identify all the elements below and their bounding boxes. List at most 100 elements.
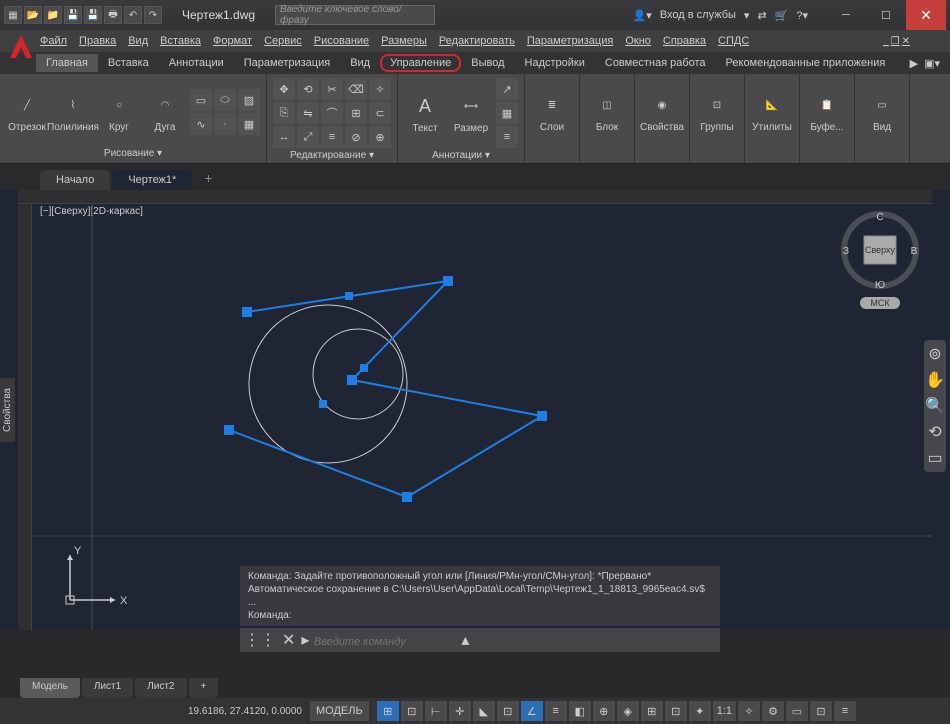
tool-fillet-icon[interactable]: ⌒ <box>321 102 343 124</box>
command-line[interactable]: ⋮⋮ ✕ ▸ ▴ <box>240 628 720 652</box>
help-icon[interactable]: ?▾ <box>796 9 808 22</box>
cmd-close-icon[interactable]: ✕ <box>282 630 295 650</box>
qat-open2-icon[interactable]: 📁 <box>44 6 62 24</box>
coordinates-readout[interactable]: 19.6186, 27.4120, 0.0000 <box>188 706 302 717</box>
ucs-icon[interactable]: X Y <box>60 540 130 610</box>
tool-align-icon[interactable]: ≡ <box>321 126 343 148</box>
status-units-icon[interactable]: ✦ <box>689 701 711 721</box>
status-dyn-icon[interactable]: ⊞ <box>641 701 663 721</box>
menu-help[interactable]: Справка <box>663 35 706 47</box>
tool-layers[interactable]: ≣Слои <box>531 92 573 133</box>
tool-stretch-icon[interactable]: ↔ <box>273 126 295 148</box>
tool-ellipse-icon[interactable]: ⬭ <box>214 89 236 111</box>
status-clean-icon[interactable]: ⊡ <box>810 701 832 721</box>
status-model-button[interactable]: МОДЕЛЬ <box>310 701 369 721</box>
menu-spds[interactable]: СПДС <box>718 35 749 47</box>
tab-play-icon[interactable]: ▶ <box>910 57 918 70</box>
tool-polyline[interactable]: ⌇Полилиния <box>52 92 94 133</box>
cloud-icon[interactable]: ▾ <box>744 9 750 22</box>
tool-spline-icon[interactable]: ∿ <box>190 113 212 135</box>
tool-scale-icon[interactable]: ⤢ <box>297 126 319 148</box>
status-monitor-icon[interactable]: ▭ <box>786 701 808 721</box>
tool-text[interactable]: AТекст <box>404 93 446 134</box>
tool-table-icon[interactable]: ▦ <box>496 102 518 124</box>
qat-undo-icon[interactable]: ↶ <box>124 6 142 24</box>
status-transparency-icon[interactable]: ◧ <box>569 701 591 721</box>
status-ortho-icon[interactable]: ⊢ <box>425 701 447 721</box>
mdi-restore-icon[interactable]: ❐ <box>891 36 900 47</box>
tool-arc[interactable]: ◠Дуга <box>144 92 186 133</box>
search-input[interactable]: Введите ключевое слово/фразу <box>275 5 435 25</box>
nav-wheel-icon[interactable]: ⊚ <box>928 344 941 364</box>
tool-line[interactable]: ╱Отрезок <box>6 92 48 133</box>
qat-saveas-icon[interactable]: 💾 <box>84 6 102 24</box>
status-otrack-icon[interactable]: ∠ <box>521 701 543 721</box>
tool-trim-icon[interactable]: ✂ <box>321 78 343 100</box>
minimize-button[interactable]: ─ <box>826 0 866 30</box>
menu-window[interactable]: Окно <box>625 35 651 47</box>
status-snap-icon[interactable]: ⊡ <box>401 701 423 721</box>
menu-view[interactable]: Вид <box>128 35 148 47</box>
layout-tab-add[interactable]: + <box>189 678 219 698</box>
tool-utilities[interactable]: 📐Утилиты <box>751 92 793 133</box>
status-qp-icon[interactable]: ⊡ <box>665 701 687 721</box>
cart-icon[interactable]: 🛒 <box>775 9 789 22</box>
tool-block[interactable]: ◫Блок <box>586 92 628 133</box>
status-iso-icon[interactable]: ◣ <box>473 701 495 721</box>
tab-featured[interactable]: Рекомендованные приложения <box>716 54 896 72</box>
tool-copy-icon[interactable]: ⎘ <box>273 102 295 124</box>
cmd-handle-icon[interactable]: ⋮⋮ <box>244 630 276 650</box>
qat-save-icon[interactable]: 💾 <box>64 6 82 24</box>
status-polar-icon[interactable]: ✛ <box>449 701 471 721</box>
tab-annotate[interactable]: Аннотации <box>159 54 234 72</box>
tool-region-icon[interactable]: ▦ <box>238 113 260 135</box>
menu-dimension[interactable]: Размеры <box>381 35 427 47</box>
filetab-drawing1[interactable]: Чертеж1* <box>112 170 192 190</box>
menu-parametric[interactable]: Параметризация <box>527 35 613 47</box>
tool-point-icon[interactable]: · <box>214 113 236 135</box>
tool-hatch-icon[interactable]: ▨ <box>238 89 260 111</box>
exchange-icon[interactable]: ⇄ <box>757 9 766 22</box>
tab-home[interactable]: Главная <box>36 54 98 72</box>
status-grid-icon[interactable]: ⊞ <box>377 701 399 721</box>
canvas[interactable]: Свойства [−][Сверху][2D-каркас] X Y <box>0 190 950 630</box>
menu-modify[interactable]: Редактировать <box>439 35 515 47</box>
status-lineweight-icon[interactable]: ≡ <box>545 701 567 721</box>
qat-redo-icon[interactable]: ↷ <box>144 6 162 24</box>
maximize-button[interactable]: ☐ <box>866 0 906 30</box>
nav-orbit-icon[interactable]: ⟲ <box>928 422 941 442</box>
tool-groups[interactable]: ⊡Группы <box>696 92 738 133</box>
user-icon[interactable]: 👤▾ <box>633 9 652 22</box>
status-anno-icon[interactable]: ✧ <box>738 701 760 721</box>
properties-palette-tab[interactable]: Свойства <box>0 378 15 442</box>
tool-rotate-icon[interactable]: ⟲ <box>297 78 319 100</box>
layout-tab-sheet1[interactable]: Лист1 <box>82 678 133 698</box>
filetab-start[interactable]: Начало <box>40 170 110 190</box>
tool-dimension[interactable]: ⟷Размер <box>450 93 492 134</box>
qat-open-icon[interactable]: 📂 <box>24 6 42 24</box>
menu-file[interactable]: Файл <box>40 35 67 47</box>
tool-mtext-icon[interactable]: ≡ <box>496 126 518 148</box>
tab-parametric[interactable]: Параметризация <box>234 54 340 72</box>
tool-view[interactable]: ▭Вид <box>861 92 903 133</box>
layout-tab-model[interactable]: Модель <box>20 678 80 698</box>
tool-rect-icon[interactable]: ▭ <box>190 89 212 111</box>
tab-view[interactable]: Вид <box>340 54 380 72</box>
mdi-min-icon[interactable]: _ <box>883 36 889 47</box>
layout-tab-sheet2[interactable]: Лист2 <box>135 678 186 698</box>
qat-new-icon[interactable]: ▦ <box>4 6 22 24</box>
coord-system-label[interactable]: МСК <box>860 297 900 309</box>
tab-collaborate[interactable]: Совместная работа <box>595 54 716 72</box>
app-logo-icon[interactable] <box>6 32 36 62</box>
tool-leader-icon[interactable]: ↗ <box>496 78 518 100</box>
tool-explode-icon[interactable]: ✧ <box>369 78 391 100</box>
status-workspace-icon[interactable]: ⚙ <box>762 701 784 721</box>
mdi-close-icon[interactable]: ✕ <box>902 36 910 47</box>
cmd-recent-icon[interactable]: ▴ <box>461 632 469 649</box>
login-link[interactable]: Вход в службы <box>660 9 736 21</box>
tool-clipboard[interactable]: 📋Буфе... <box>806 92 848 133</box>
close-button[interactable]: ✕ <box>906 0 946 30</box>
tool-join-icon[interactable]: ⊕ <box>369 126 391 148</box>
menu-edit[interactable]: Правка <box>79 35 116 47</box>
tool-break-icon[interactable]: ⊘ <box>345 126 367 148</box>
